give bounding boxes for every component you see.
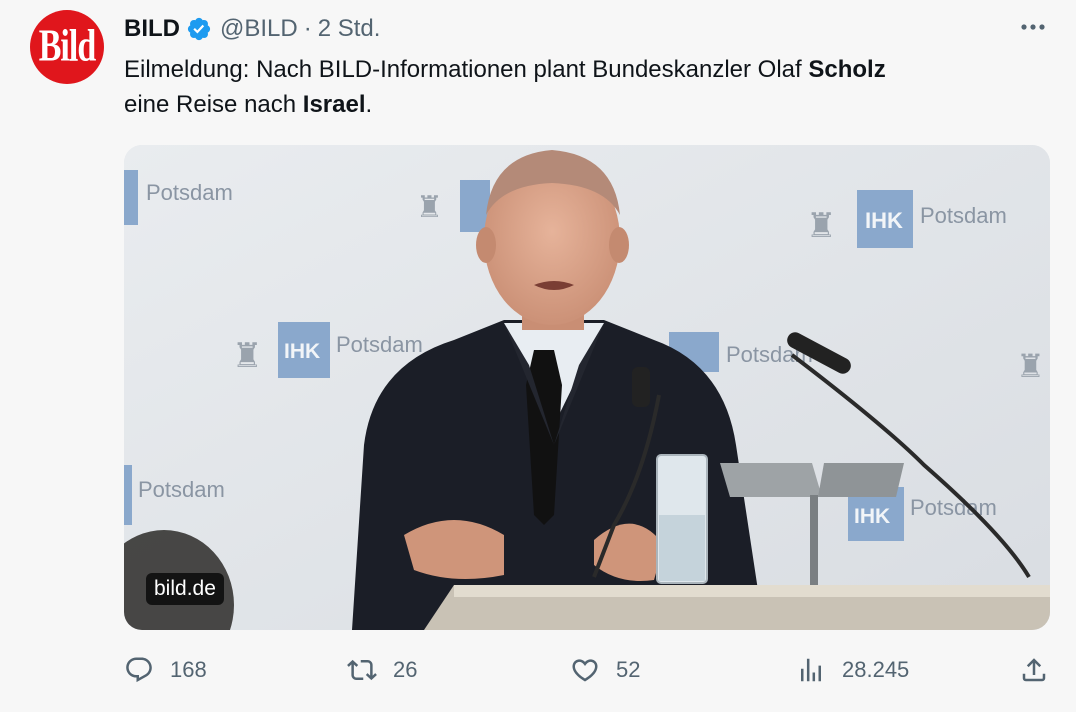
backdrop-logo: ♜ xyxy=(1016,347,1045,385)
like-icon xyxy=(572,659,598,682)
svg-text:Potsdam: Potsdam xyxy=(146,180,233,205)
action-bar: 168 26 52 28.245 xyxy=(124,650,1050,690)
more-icon xyxy=(1021,24,1045,30)
separator: · xyxy=(303,15,312,42)
tweet-text-part: Eilmeldung: Nach BILD-Informationen plan… xyxy=(124,56,809,83)
glass xyxy=(656,454,708,584)
bild-logo: Bild xyxy=(38,21,96,72)
svg-text:♜: ♜ xyxy=(232,336,262,376)
svg-text:Potsdam: Potsdam xyxy=(910,495,997,520)
svg-text:IHK: IHK xyxy=(284,340,320,363)
account-handle[interactable]: @BILD xyxy=(220,15,298,43)
account-name[interactable]: BILD xyxy=(124,15,180,43)
svg-text:Potsdam: Potsdam xyxy=(138,477,225,502)
photo-scene: Potsdam ♜ ♜ IHK Potsdam ♜ IHK Potsdam Po… xyxy=(124,145,1050,630)
repost-icon xyxy=(347,659,377,681)
tweet-header: BILD @BILD · 2 Std. xyxy=(124,14,380,44)
svg-text:♜: ♜ xyxy=(1016,347,1045,385)
tweet-photo[interactable]: Potsdam ♜ ♜ IHK Potsdam ♜ IHK Potsdam Po… xyxy=(124,145,1050,630)
source-badge[interactable]: bild.de xyxy=(146,573,224,605)
svg-text:Potsdam: Potsdam xyxy=(920,203,1007,228)
timestamp[interactable]: 2 Std. xyxy=(318,15,381,43)
tweet-text-part: . xyxy=(365,91,373,118)
tweet-text: Eilmeldung: Nach BILD-Informationen plan… xyxy=(124,52,1044,122)
views-count: 28.245 xyxy=(842,657,910,682)
tweet-bold-israel: Israel xyxy=(302,91,366,118)
reply-button[interactable]: 168 xyxy=(124,650,207,690)
svg-text:IHK: IHK xyxy=(865,208,903,233)
avatar[interactable]: Bild xyxy=(30,10,104,84)
svg-text:IHK: IHK xyxy=(854,505,890,528)
verified-badge-icon xyxy=(187,17,211,41)
tweet-text-part: eine Reise nach xyxy=(124,91,303,118)
share-icon xyxy=(1022,658,1046,682)
svg-text:♜: ♜ xyxy=(416,190,443,225)
svg-text:♜: ♜ xyxy=(806,206,836,246)
more-button[interactable] xyxy=(1018,12,1048,42)
svg-text:Potsdam: Potsdam xyxy=(336,332,423,357)
repost-count: 26 xyxy=(393,657,418,682)
views-icon xyxy=(801,658,821,682)
repost-button[interactable]: 26 xyxy=(347,650,417,690)
lectern xyxy=(424,585,1050,630)
views-button[interactable]: 28.245 xyxy=(796,650,909,690)
reply-icon xyxy=(126,657,152,683)
like-button[interactable]: 52 xyxy=(570,650,640,690)
reply-count: 168 xyxy=(170,657,207,682)
tweet-bold-scholz: Scholz xyxy=(808,56,886,83)
share-button[interactable] xyxy=(1019,650,1049,690)
like-count: 52 xyxy=(616,657,641,682)
